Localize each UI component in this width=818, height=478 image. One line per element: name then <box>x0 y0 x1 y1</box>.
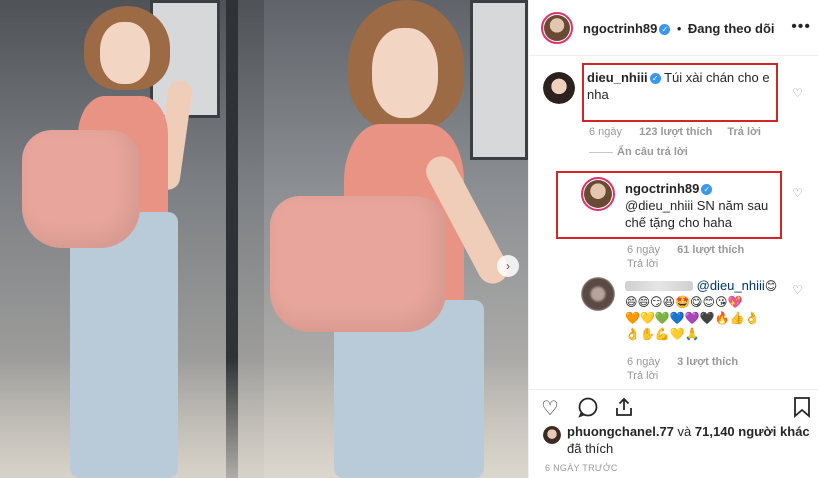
likes-summary: phuongchanel.77 và 71,140 người khác <box>567 424 810 439</box>
photo-panel-right <box>264 0 528 478</box>
emoji-text: 👌✋💪💛🙏 <box>625 327 700 341</box>
reply-button[interactable]: Trả lời <box>627 258 658 270</box>
comment-likes[interactable]: 123 lượt thích <box>639 126 712 138</box>
author-avatar[interactable] <box>541 12 573 44</box>
comment-1-meta: 6 ngày 123 lượt thích Trả lời <box>589 126 761 138</box>
hide-replies-toggle[interactable]: Ẩn câu trả lời <box>589 146 688 158</box>
face <box>372 28 438 118</box>
face <box>100 22 150 84</box>
reply-button[interactable]: Trả lời <box>627 370 658 382</box>
comment-username[interactable]: dieu_nhiii <box>587 70 648 85</box>
commenter-avatar[interactable] <box>581 277 615 311</box>
comment-1-body: dieu_nhiii ✓ Túi xài chán cho e nha <box>587 69 773 103</box>
liker-username[interactable]: phuongchanel.77 <box>567 424 674 439</box>
handbag <box>22 130 140 248</box>
emoji-text: 😄😄😏😆🤩😋😊😘💖 <box>625 295 743 309</box>
like-comment-heart-icon[interactable]: ♡ <box>792 186 803 200</box>
separator-dot: • <box>676 21 682 36</box>
likes-connector: và <box>677 424 692 439</box>
like-heart-icon[interactable]: ♡ <box>541 396 559 421</box>
liker-avatar[interactable] <box>543 426 561 444</box>
more-options-icon[interactable]: ••• <box>791 18 811 36</box>
emoji-text: 🧡💛💚💙💜🖤🔥👍👌 <box>625 311 760 325</box>
comment-2-meta: 6 ngày 61 lượt thích <box>627 244 744 256</box>
comment-3-body: @dieu_nhiii😊 😄😄😏😆🤩😋😊😘💖 🧡💛💚💙💜🖤🔥👍👌 👌✋💪💛🙏 <box>625 277 785 342</box>
save-bookmark-icon[interactable] <box>793 396 811 424</box>
verified-badge-icon: ✓ <box>701 184 713 195</box>
reply-button[interactable]: Trả lời <box>727 126 761 138</box>
post-header: ngoctrinh89 ✓ • Đang theo dõi ••• <box>529 0 818 56</box>
comments-pane: ngoctrinh89 ✓ • Đang theo dõi ••• dieu_nh… <box>528 0 818 478</box>
likes-count-link[interactable]: 71,140 người khác <box>695 424 810 439</box>
post-timestamp[interactable]: 6 NGÀY TRƯỚC <box>545 463 618 473</box>
comment-age: 6 ngày <box>589 126 623 138</box>
comment-age: 6 ngày <box>627 356 661 368</box>
mention-link[interactable]: @dieu_nhiii <box>697 278 765 293</box>
comment-username[interactable]: ngoctrinh89 <box>625 181 699 196</box>
hide-replies-label: Ẩn câu trả lời <box>617 146 688 158</box>
author-username[interactable]: ngoctrinh89 <box>583 21 657 36</box>
photo-panel-left <box>0 0 264 478</box>
post-action-bar: ♡ <box>529 389 818 425</box>
verified-badge-icon: ✓ <box>649 73 661 84</box>
commenter-avatar[interactable] <box>543 72 575 104</box>
verified-badge-icon: ✓ <box>659 24 671 35</box>
background-window <box>470 0 528 160</box>
comment-2-body: ngoctrinh89 ✓ @dieu_nhiii SN năm sau chế … <box>625 180 775 231</box>
like-comment-heart-icon[interactable]: ♡ <box>792 86 803 100</box>
handbag <box>270 196 446 332</box>
comment-likes[interactable]: 61 lượt thích <box>677 244 744 256</box>
next-photo-button[interactable]: › <box>497 255 519 277</box>
comment-likes[interactable]: 3 lượt thích <box>677 356 738 368</box>
like-comment-heart-icon[interactable]: ♡ <box>792 283 803 297</box>
post-photo[interactable]: › <box>0 0 528 478</box>
likes-suffix: đã thích <box>567 441 614 456</box>
comment-3-meta: 6 ngày 3 lượt thích <box>627 356 738 368</box>
divider-line <box>589 151 613 153</box>
emoji-text: 😊 <box>764 279 778 293</box>
comment-age: 6 ngày <box>627 244 661 256</box>
following-button[interactable]: Đang theo dõi <box>688 21 775 36</box>
comment-text: @dieu_nhiii SN năm sau chế tặng cho haha <box>625 198 769 230</box>
share-icon[interactable] <box>613 396 635 424</box>
jeans <box>70 212 178 478</box>
comment-bubble-icon[interactable] <box>577 396 599 424</box>
reply-avatar[interactable] <box>581 177 615 211</box>
blurred-username <box>625 281 693 291</box>
